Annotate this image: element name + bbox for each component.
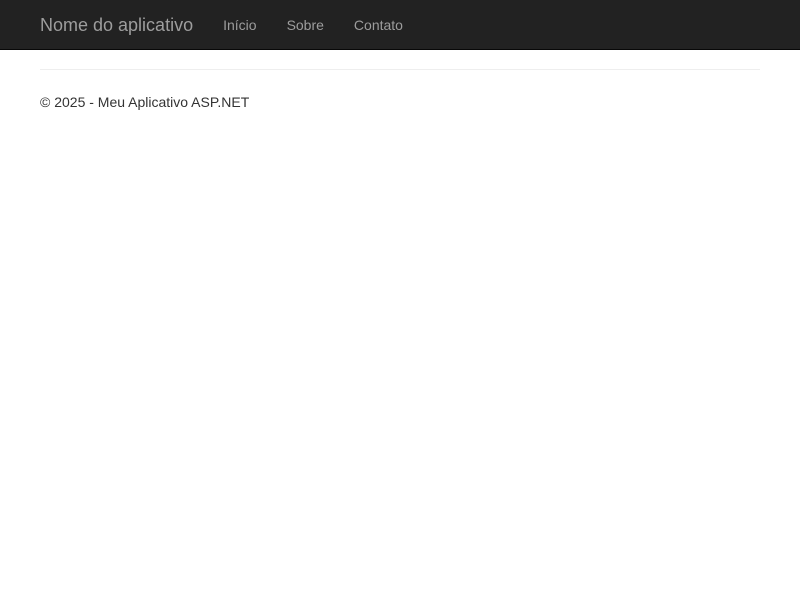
top-navbar: Nome do aplicativo Início Sobre Contato bbox=[0, 0, 800, 50]
copyright-text: © 2025 - Meu Aplicativo ASP.NET bbox=[40, 94, 250, 110]
nav-item-sobre[interactable]: Sobre bbox=[272, 0, 339, 50]
body-content bbox=[40, 50, 760, 69]
page-footer: © 2025 - Meu Aplicativo ASP.NET bbox=[40, 70, 760, 112]
nav-item-inicio[interactable]: Início bbox=[208, 0, 271, 50]
brand-link[interactable]: Nome do aplicativo bbox=[40, 0, 193, 50]
nav-item-contato[interactable]: Contato bbox=[339, 0, 418, 50]
nav-menu: Início Sobre Contato bbox=[208, 0, 418, 50]
body-container: © 2025 - Meu Aplicativo ASP.NET bbox=[40, 50, 760, 112]
navbar-container: Nome do aplicativo Início Sobre Contato bbox=[0, 0, 800, 50]
